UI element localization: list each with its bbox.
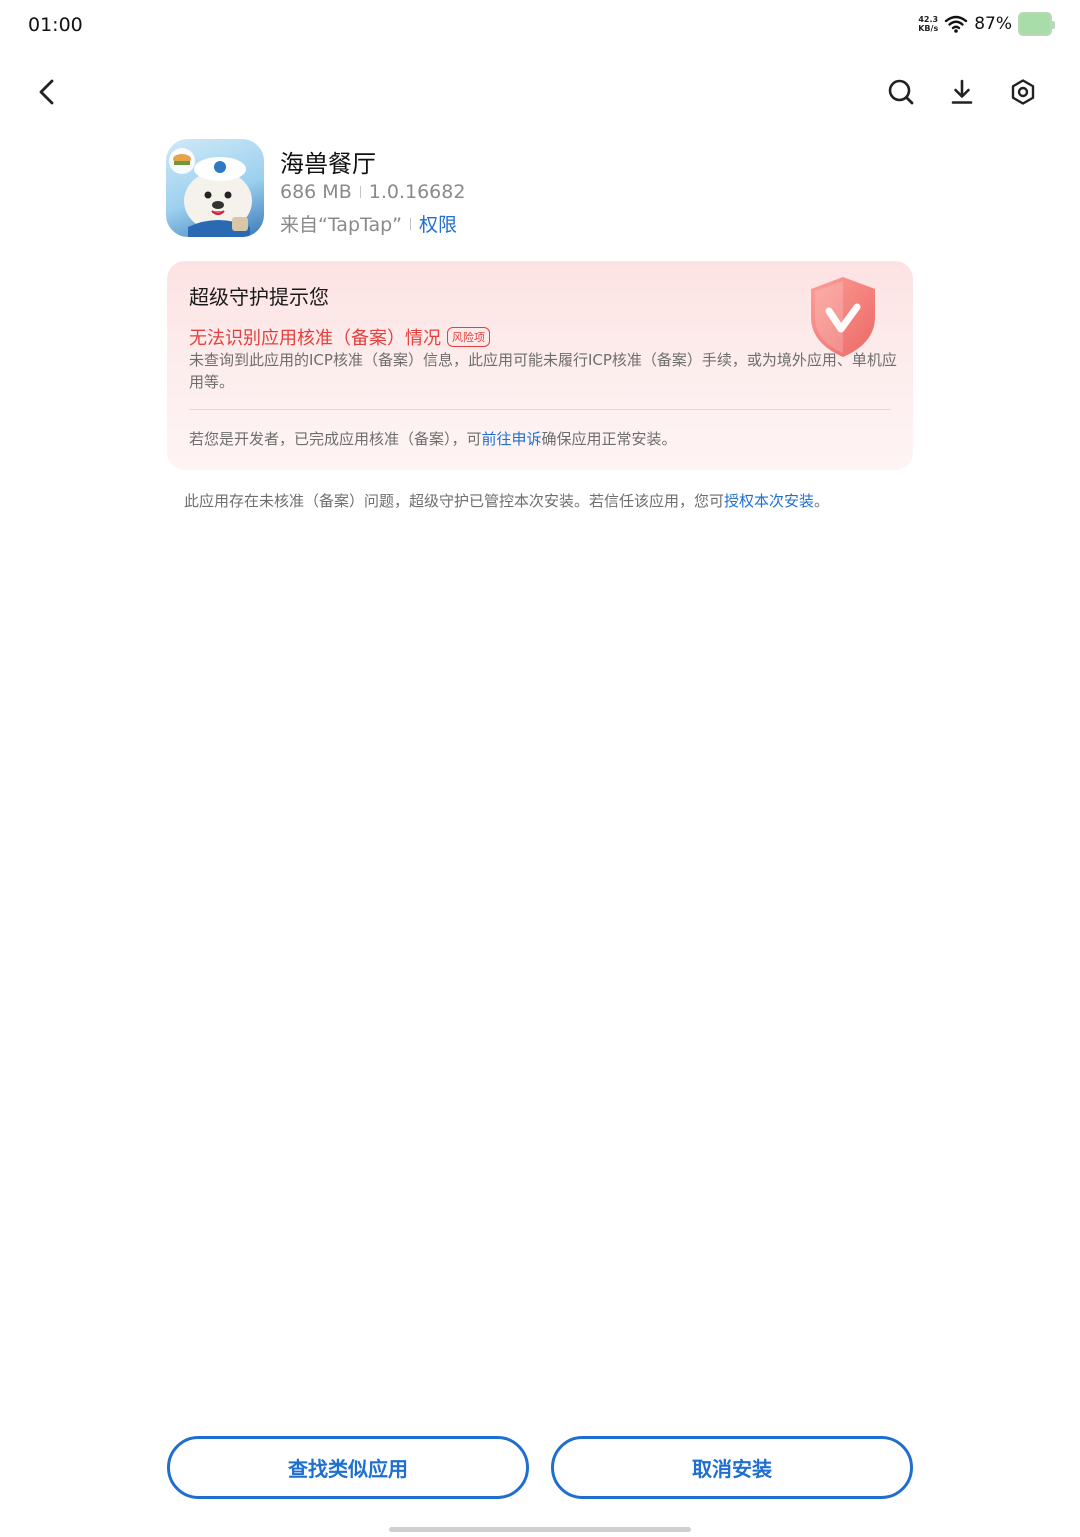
wifi-icon [945,15,968,33]
risk-badge: 风险项 [447,327,490,347]
search-button[interactable] [879,70,923,114]
status-time: 01:00 [28,14,83,36]
network-speed-value: 42.3 [918,15,939,24]
meta-separator [359,186,361,198]
battery-icon [1018,12,1055,36]
seal-mascot-icon [169,148,252,237]
app-meta: 686 MB 1.0.16682 [280,181,465,203]
shield-icon [811,277,875,357]
app-source-row: 来自“TapTap” 权限 [280,210,457,237]
app-icon [166,139,264,237]
install-note-prefix: 此应用存在未核准（备案）问题，超级守护已管控本次安装。若信任该应用，您可 [184,492,725,510]
cancel-install-button[interactable]: 取消安装 [551,1436,913,1499]
permissions-link[interactable]: 权限 [419,210,457,237]
battery-percent: 87% [974,14,1012,34]
card-divider [189,409,891,410]
developer-note: 若您是开发者，已完成应用核准（备案），可前往申诉确保应用正常安装。 [189,428,677,449]
chevron-left-icon [39,79,54,105]
app-source: 来自“TapTap” [280,214,403,236]
card-title: 超级守护提示您 [189,285,329,309]
back-button[interactable] [26,70,70,114]
app-size: 686 MB [280,181,352,203]
download-icon [951,79,973,104]
risk-description: 未查询到此应用的ICP核准（备案）信息，此应用可能未履行ICP核准（备案）手续，… [189,351,897,391]
install-guard-page: 01:00 42.3 KB/s 87% 海兽餐厅 686 MB 1.0.1668… [0,0,1080,1537]
status-indicators: 42.3 KB/s 87% [918,12,1055,36]
search-icon [888,79,914,105]
find-similar-button[interactable]: 查找类似应用 [167,1436,529,1499]
developer-note-prefix: 若您是开发者，已完成应用核准（备案），可 [189,430,482,448]
settings-button[interactable] [1001,70,1045,114]
developer-note-suffix: 确保应用正常安装。 [541,430,677,448]
app-version: 1.0.16682 [368,181,466,203]
install-blocked-note: 此应用存在未核准（备案）问题，超级守护已管控本次安装。若信任该应用，您可授权本次… [184,490,829,511]
appeal-link[interactable]: 前往申诉 [482,430,542,448]
settings-icon [1011,79,1035,105]
authorize-install-link[interactable]: 授权本次安装 [724,492,814,510]
app-name: 海兽餐厅 [280,150,376,178]
home-indicator[interactable] [389,1527,691,1532]
protection-card: 超级守护提示您 无法识别应用核准（备案）情况 风险项 未查询到此应用的ICP核准… [167,261,913,470]
network-speed: 42.3 KB/s [918,15,938,33]
source-separator [410,217,412,230]
risk-line: 无法识别应用核准（备案）情况 风险项 [189,324,490,350]
install-note-suffix: 。 [814,492,830,510]
download-button[interactable] [940,70,984,114]
risk-title: 无法识别应用核准（备案）情况 [189,328,441,349]
network-speed-unit: KB/s [918,24,939,33]
